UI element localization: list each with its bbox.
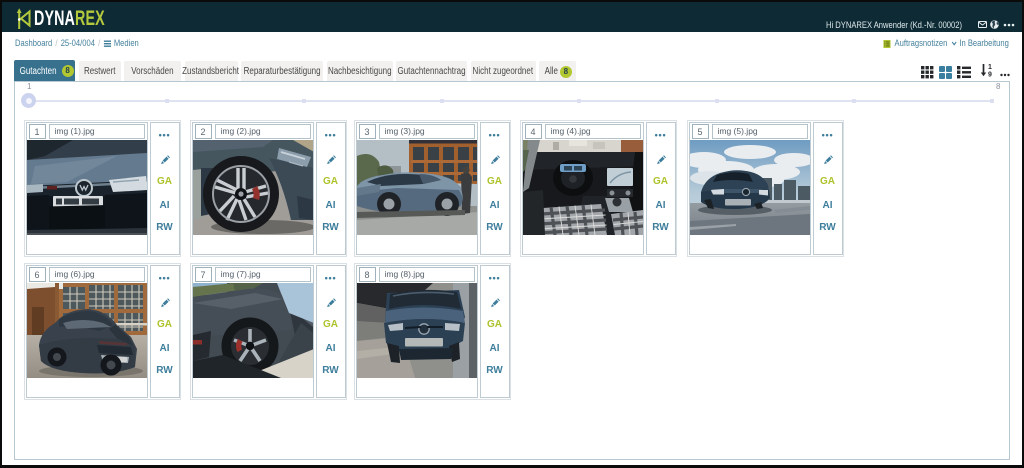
svg-text:9: 9 bbox=[988, 72, 992, 78]
svg-text:1: 1 bbox=[988, 64, 992, 71]
